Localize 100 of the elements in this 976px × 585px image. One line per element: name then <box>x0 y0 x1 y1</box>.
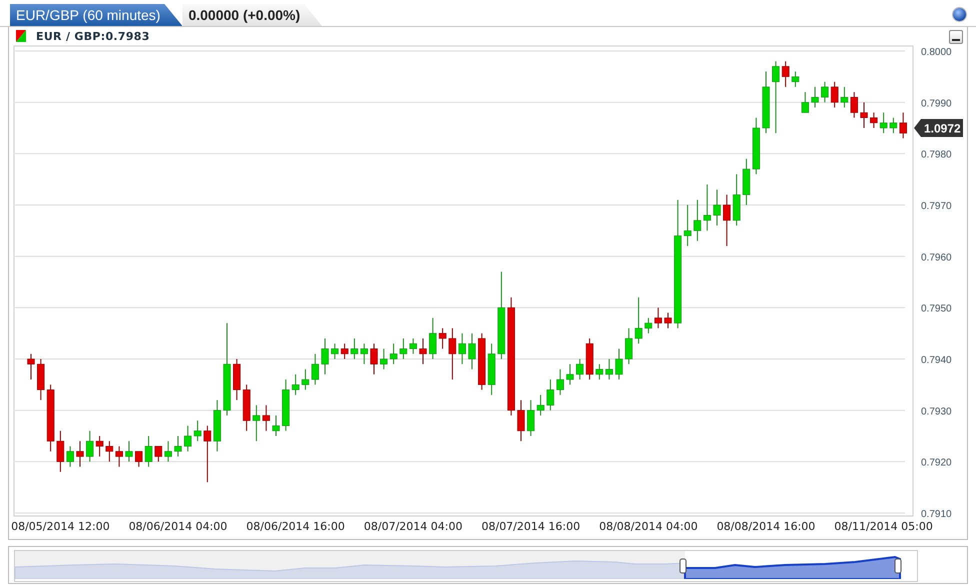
candlestick <box>272 414 280 436</box>
y-axis-label: 0.7990 <box>921 98 952 110</box>
candlestick <box>106 440 114 462</box>
candlestick <box>419 338 427 365</box>
candlestick <box>174 436 182 458</box>
candlestick <box>556 368 564 396</box>
x-axis-label: 08/07/2014 04:00 <box>364 520 462 533</box>
candlestick <box>605 358 613 380</box>
candlestick <box>899 112 907 139</box>
candlestick <box>262 404 270 432</box>
candlestick <box>752 117 760 175</box>
candlestick <box>429 317 437 360</box>
candlestick <box>144 436 152 468</box>
candlestick <box>684 204 692 247</box>
candlestick <box>566 364 574 386</box>
price-marker: 1.0972 <box>914 119 963 137</box>
candlestick <box>86 430 94 462</box>
candlestick <box>37 358 45 401</box>
legend-label: EUR / GBP:0.7983 <box>36 30 150 42</box>
candlestick <box>468 332 476 370</box>
candlestick <box>890 117 898 134</box>
candlestick <box>213 400 221 452</box>
y-axis-label: 0.7940 <box>921 355 952 366</box>
candlestick <box>723 194 731 247</box>
candlestick <box>860 102 868 128</box>
candlestick <box>340 343 348 360</box>
candlestick <box>302 368 310 390</box>
candlestick <box>390 343 398 365</box>
candlestick <box>821 81 829 103</box>
candlestick <box>811 86 819 108</box>
candlestick <box>46 384 54 452</box>
candlestick <box>233 358 241 401</box>
tab[interactable]: 0.00000 (+0.00%) <box>182 4 322 26</box>
candlestick <box>870 112 878 128</box>
x-axis-label: 08/11/2014 05:00 <box>834 520 933 533</box>
tab[interactable]: EUR/GBP (60 minutes) <box>10 4 182 26</box>
candlestick <box>732 174 740 226</box>
candlestick <box>438 328 446 350</box>
candlestick <box>400 338 408 360</box>
candlestick <box>56 430 64 472</box>
candlestick <box>694 199 702 242</box>
candlestick <box>282 379 290 432</box>
candlestick <box>164 440 172 462</box>
candlestick <box>527 400 535 436</box>
candlestick <box>840 86 848 108</box>
candlestick <box>801 92 809 114</box>
candlestick <box>194 420 202 442</box>
y-axis-label: 0.7960 <box>921 252 952 264</box>
orb-icon[interactable] <box>953 8 966 21</box>
candlestick <box>135 450 143 468</box>
y-axis-label: 0.7910 <box>921 509 952 520</box>
y-axis-label: 0.7920 <box>921 458 952 469</box>
candlestick <box>96 436 104 458</box>
y-axis-label: 0.7950 <box>921 304 952 315</box>
x-axis-label: 08/07/2014 16:00 <box>482 520 580 533</box>
candlestick <box>360 343 368 365</box>
candlestick <box>615 348 623 380</box>
x-axis-label: 08/06/2014 04:00 <box>128 520 228 533</box>
candlestick <box>880 112 888 134</box>
y-axis-label: 0.8000 <box>921 47 952 58</box>
candlestick <box>321 338 329 375</box>
candlestick <box>586 338 594 380</box>
minimize-button[interactable] <box>949 30 963 44</box>
candlestick <box>27 353 35 380</box>
y-axis-label: 0.7970 <box>921 201 952 212</box>
candlestick <box>664 312 672 329</box>
candlestick <box>184 425 192 452</box>
x-axis-label: 08/08/2014 16:00 <box>716 520 816 533</box>
candlestick <box>576 358 584 380</box>
candlestick <box>154 446 162 462</box>
candlestick <box>380 348 388 370</box>
y-axis-label: 0.7930 <box>921 406 952 418</box>
candlestick <box>488 343 496 396</box>
candlestick <box>703 184 711 232</box>
candlestick <box>478 332 486 390</box>
candlestick <box>654 307 662 329</box>
candlestick <box>292 374 300 396</box>
candlestick <box>252 404 260 442</box>
candlestick <box>644 317 652 334</box>
candlestick <box>115 446 123 468</box>
candlestick <box>762 71 770 134</box>
candlestick <box>517 400 525 442</box>
candlestick <box>311 353 319 386</box>
candlestick <box>850 92 858 118</box>
candlestick <box>546 379 554 411</box>
candlestick <box>409 338 417 354</box>
x-axis-label: 08/06/2014 16:00 <box>246 520 345 533</box>
candlestick <box>792 71 800 88</box>
candlestick <box>634 296 642 344</box>
candlestick <box>782 60 790 88</box>
candlestick <box>125 440 133 462</box>
candlestick <box>713 189 721 226</box>
candlestick <box>830 81 838 108</box>
legend-icon <box>16 30 26 42</box>
candlestick <box>536 394 544 416</box>
candlestick <box>742 158 750 206</box>
y-axis-label: 0.7980 <box>921 150 952 161</box>
candlestick <box>596 364 604 380</box>
x-axis-label: 08/08/2014 04:00 <box>599 520 698 533</box>
candlestick <box>242 384 250 432</box>
